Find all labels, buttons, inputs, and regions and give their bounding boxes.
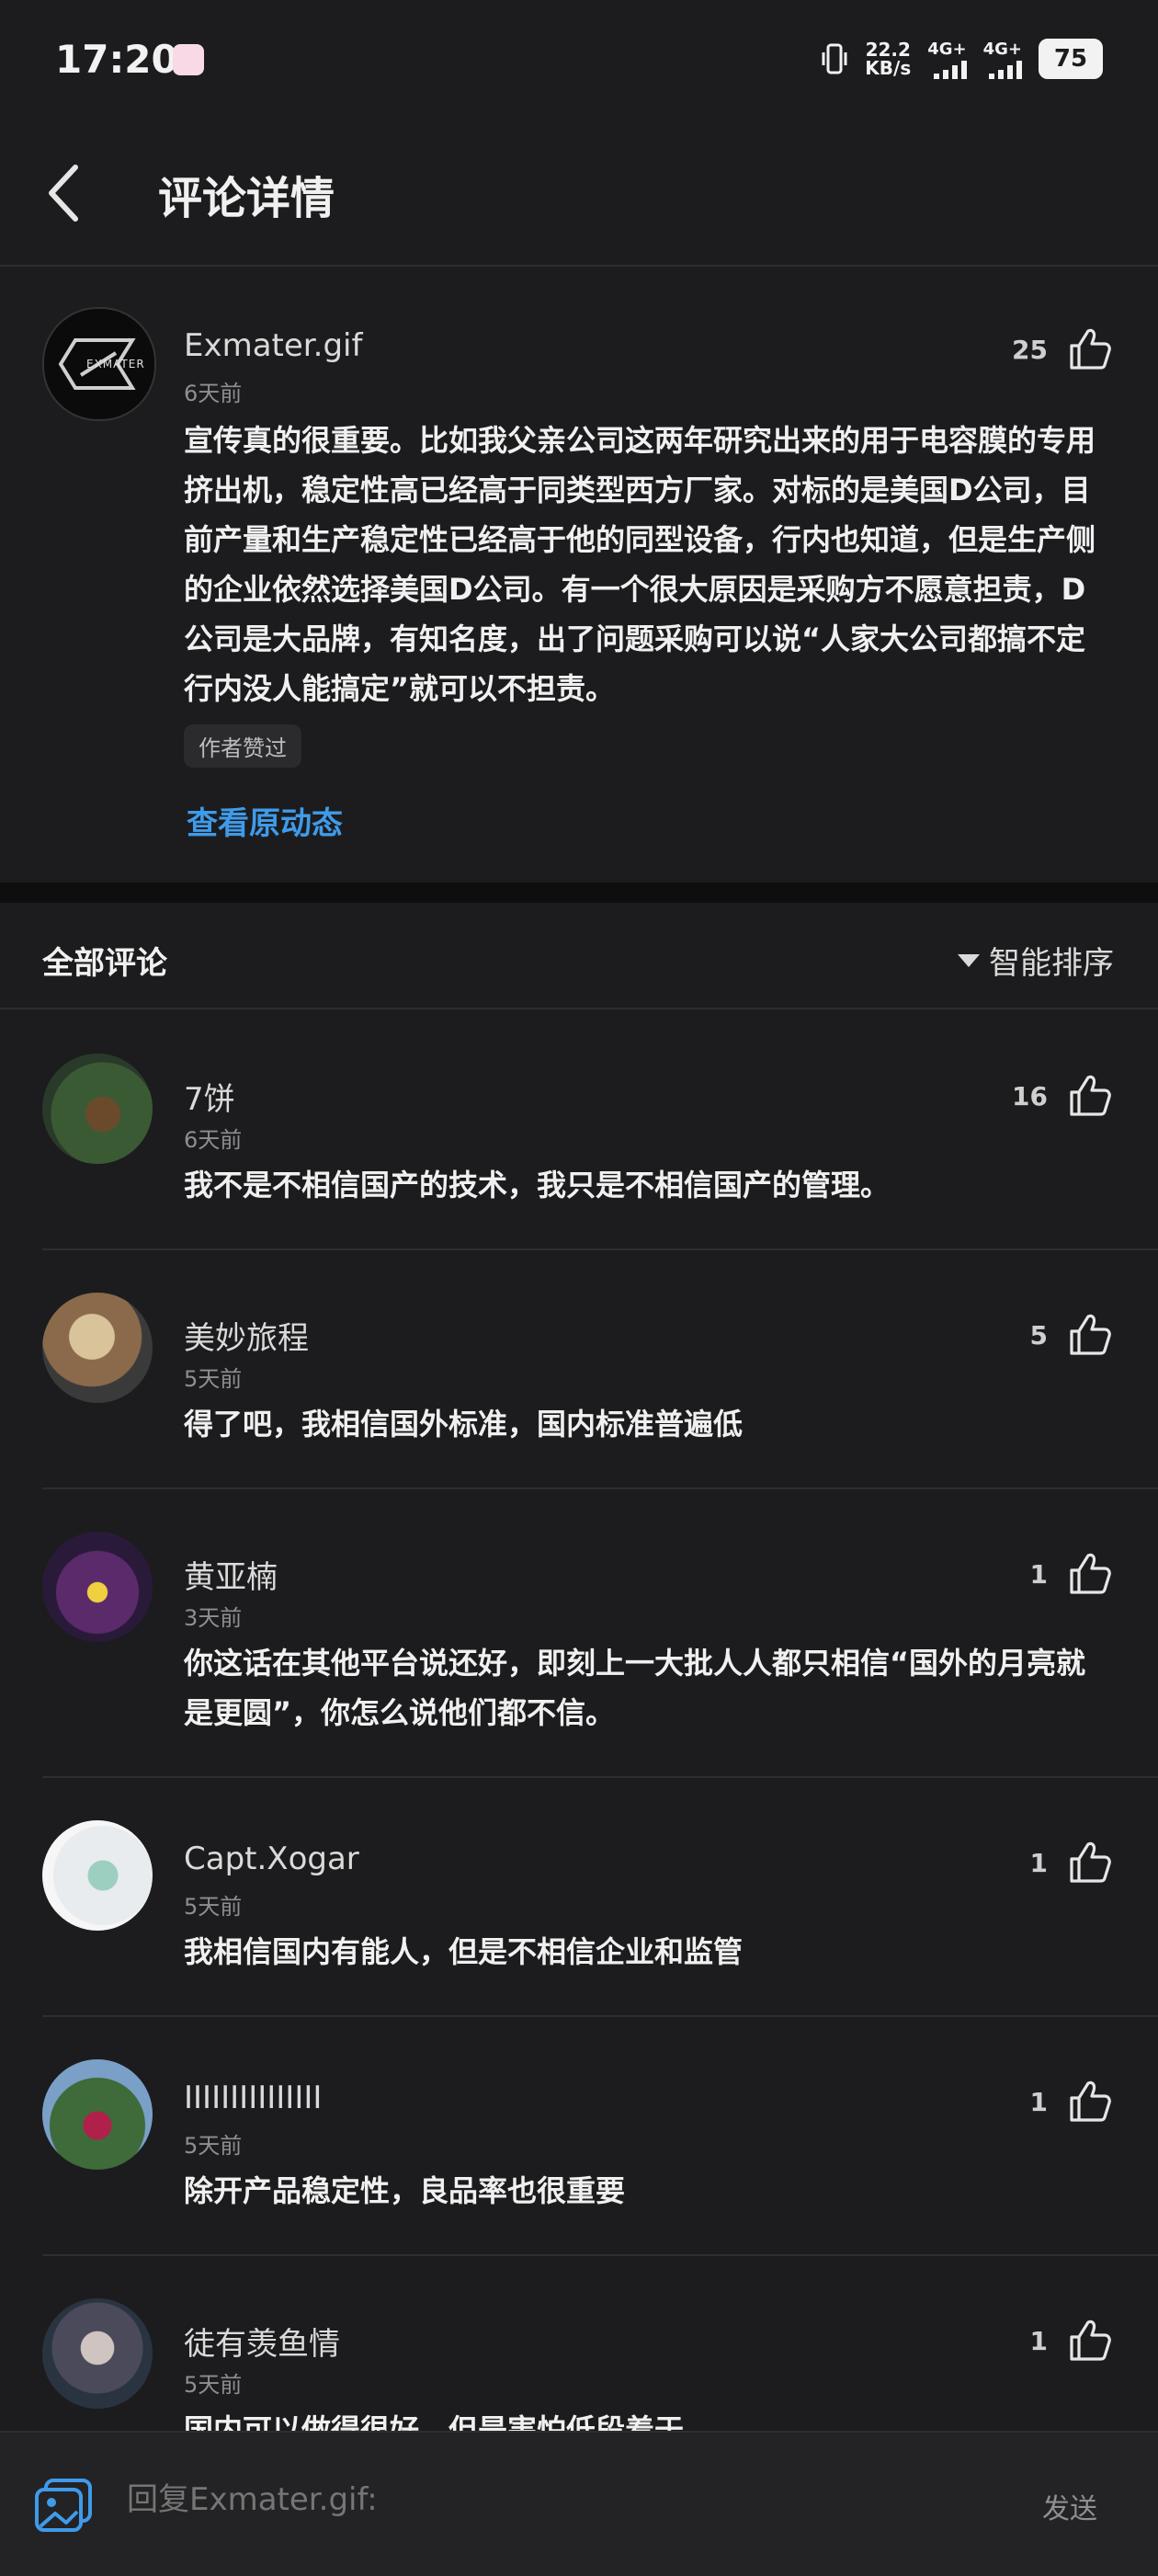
thumbs-up-icon: [1070, 1841, 1111, 1883]
like-button[interactable]: 16: [1012, 1072, 1114, 1120]
exmater-logo-icon: EXMATER: [58, 338, 145, 390]
like-button[interactable]: 1: [1030, 1839, 1114, 1886]
comment-time: 6天前: [184, 381, 243, 406]
like-button[interactable]: 5: [1030, 1311, 1114, 1359]
comment-time: 5天前: [184, 2372, 243, 2398]
like-count: 5: [1029, 1319, 1048, 1351]
like-count: 1: [1029, 1847, 1048, 1878]
avatar[interactable]: [42, 1820, 153, 1931]
comment-username[interactable]: 美妙旅程: [184, 1313, 309, 1358]
comment-time: 3天前: [184, 1605, 243, 1631]
comment-time: 5天前: [184, 1894, 243, 1920]
comment-time: 5天前: [184, 1366, 243, 1392]
comment-username[interactable]: IIIIIIIIIIIIIII: [184, 2080, 322, 2116]
network-type-2: 4G+: [982, 39, 1022, 59]
signal-group-1: 4G+: [927, 39, 967, 79]
comment-username[interactable]: Exmater.gif: [184, 327, 362, 364]
section-divider: [0, 1008, 1158, 1009]
status-time: 17:20: [55, 37, 178, 82]
header-divider: [0, 265, 1158, 267]
comment-username[interactable]: 黄亚楠: [184, 1552, 278, 1597]
comment-text: 我不是不相信国产的技术，我只是不相信国产的管理。: [184, 1168, 891, 1203]
thumbs-up-icon: [1070, 2320, 1111, 2361]
page-title: 评论详情: [158, 173, 335, 224]
thumbs-up-icon: [1070, 2080, 1111, 2122]
triangle-down-icon: [958, 953, 980, 967]
like-count: 1: [1029, 2086, 1048, 2117]
comment-text: 你这话在其他平台说还好，即刻上一大批人人都只相信“国外的月亮就是更圆”，你怎么说…: [184, 1646, 1086, 1730]
app-notification-icon: [173, 44, 204, 75]
row-divider: [42, 2254, 1158, 2256]
like-count: 16: [1012, 1080, 1048, 1111]
back-arrow-icon[interactable]: [40, 158, 92, 228]
comment-text: 宣传真的很重要。比如我父亲公司这两年研究出来的用于电容膜的专用挤出机，稳定性高已…: [184, 423, 1096, 706]
logo-text: EXMATER: [86, 358, 145, 370]
row-divider: [42, 1248, 1158, 1250]
reply-input[interactable]: [125, 2480, 864, 2519]
comment-username[interactable]: Capt.Xogar: [184, 1841, 359, 1877]
thumbs-up-icon: [1070, 1314, 1111, 1355]
avatar[interactable]: EXMATER: [42, 307, 156, 421]
comment-text: 得了吧，我相信国外标准，国内标准普遍低: [184, 1407, 744, 1442]
like-count: 1: [1029, 1558, 1048, 1590]
signal-group-2: 4G+: [983, 40, 1022, 79]
comment-text: 除开产品稳定性，良品率也很重要: [184, 2173, 626, 2208]
send-button[interactable]: 发送: [1042, 2486, 1097, 2526]
row-divider: [42, 2015, 1158, 2017]
page-header: 评论详情: [0, 120, 1158, 265]
battery-icon: 75: [1039, 39, 1103, 79]
status-bar: 17:20 22.2 KB/s 4G+ 4G+ 75: [0, 0, 1158, 120]
signal-bars-icon: [933, 59, 967, 79]
thumbs-up-icon: [1070, 1075, 1111, 1116]
author-liked-badge: 作者赞过: [184, 724, 301, 768]
all-comments-title: 全部评论: [42, 945, 167, 982]
like-button[interactable]: 1: [1030, 2317, 1114, 2365]
vibrate-icon: [822, 43, 847, 74]
speed-unit: KB/s: [865, 57, 912, 79]
comment-time: 6天前: [184, 1127, 243, 1153]
like-count: 25: [1012, 334, 1048, 365]
signal-bars-icon: [989, 59, 1022, 79]
avatar[interactable]: [42, 2059, 153, 2170]
like-count: 1: [1029, 2325, 1048, 2356]
avatar[interactable]: [42, 1532, 153, 1642]
comment-text: 我相信国内有能人，但是不相信企业和监管: [184, 1934, 744, 1969]
row-divider: [42, 1487, 1158, 1489]
avatar[interactable]: [42, 2298, 153, 2409]
avatar[interactable]: [42, 1293, 153, 1403]
avatar[interactable]: [42, 1054, 153, 1164]
comment-username[interactable]: 徒有羡鱼情: [184, 2319, 340, 2364]
network-speed: 22.2 KB/s: [865, 40, 911, 77]
section-separator: [0, 883, 1158, 903]
like-button[interactable]: 1: [1030, 1550, 1114, 1598]
view-original-link[interactable]: 查看原动态: [187, 798, 343, 843]
like-button[interactable]: 25: [1012, 325, 1114, 373]
thumbs-up-icon: [1070, 1553, 1111, 1594]
like-button[interactable]: 1: [1030, 2078, 1114, 2126]
thumbs-up-icon: [1070, 328, 1111, 370]
row-divider: [42, 1776, 1158, 1778]
comment-username[interactable]: 7饼: [184, 1074, 235, 1119]
reply-bar: 发送: [0, 2431, 1158, 2576]
sort-label: 智能排序: [989, 945, 1114, 982]
sort-dropdown[interactable]: 智能排序: [958, 938, 1114, 983]
image-picker-icon[interactable]: [33, 2477, 94, 2534]
speed-value: 22.2: [865, 39, 911, 61]
comment-time: 5天前: [184, 2133, 243, 2159]
status-indicators: 22.2 KB/s 4G+ 4G+ 75: [821, 39, 1103, 79]
network-type-1: 4G+: [927, 39, 967, 59]
